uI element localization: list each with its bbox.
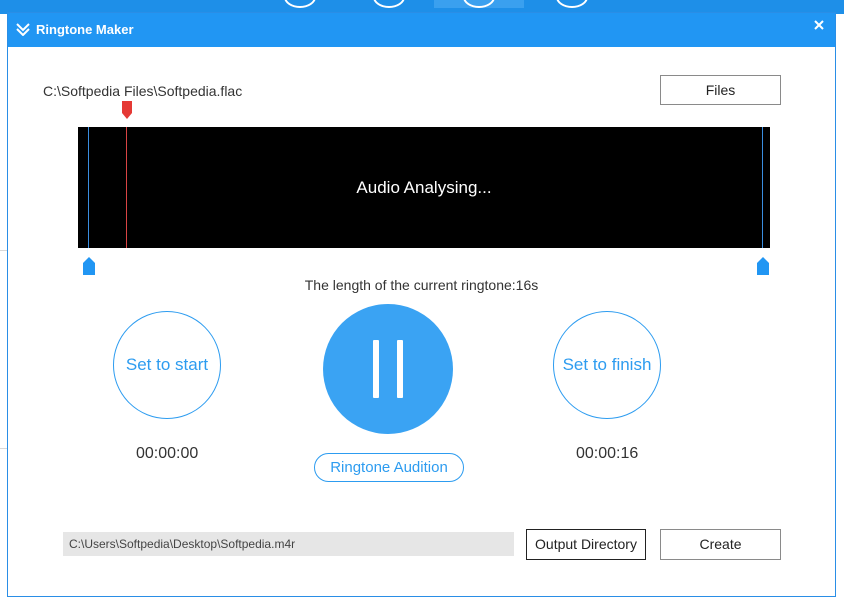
dialog-titlebar: Ringtone Maker [8, 13, 835, 47]
files-button[interactable]: Files [660, 75, 781, 105]
start-time: 00:00:00 [136, 445, 199, 462]
ringtone-audition-button[interactable]: Ringtone Audition [314, 453, 464, 482]
ringtone-length-text: The length of the current ringtone:16s [304, 277, 539, 293]
source-file-path: C:\Softpedia Files\Softpedia.flac [43, 83, 243, 99]
end-time: 00:00:16 [576, 445, 639, 462]
ringtone-maker-dialog: Ringtone Maker C:\Softpedia Files\Softpe… [7, 12, 836, 597]
pause-button[interactable] [323, 304, 453, 434]
output-path-field[interactable] [63, 532, 514, 556]
end-marker-handle[interactable] [757, 257, 769, 275]
playhead-handle[interactable] [122, 101, 132, 119]
dialog-title: Ringtone Maker [36, 22, 134, 37]
set-to-start-button[interactable]: Set to start [113, 311, 221, 419]
create-button[interactable]: Create [660, 529, 781, 560]
close-button[interactable] [809, 17, 829, 37]
close-icon [814, 20, 824, 30]
start-marker-handle[interactable] [83, 257, 95, 275]
set-to-finish-button[interactable]: Set to finish [553, 311, 661, 419]
waveform-status: Audio Analysing... [356, 178, 492, 197]
chevron-logo-icon [16, 23, 30, 36]
output-directory-button[interactable]: Output Directory [526, 529, 646, 560]
waveform-area[interactable]: Audio Analysing... [78, 127, 770, 248]
